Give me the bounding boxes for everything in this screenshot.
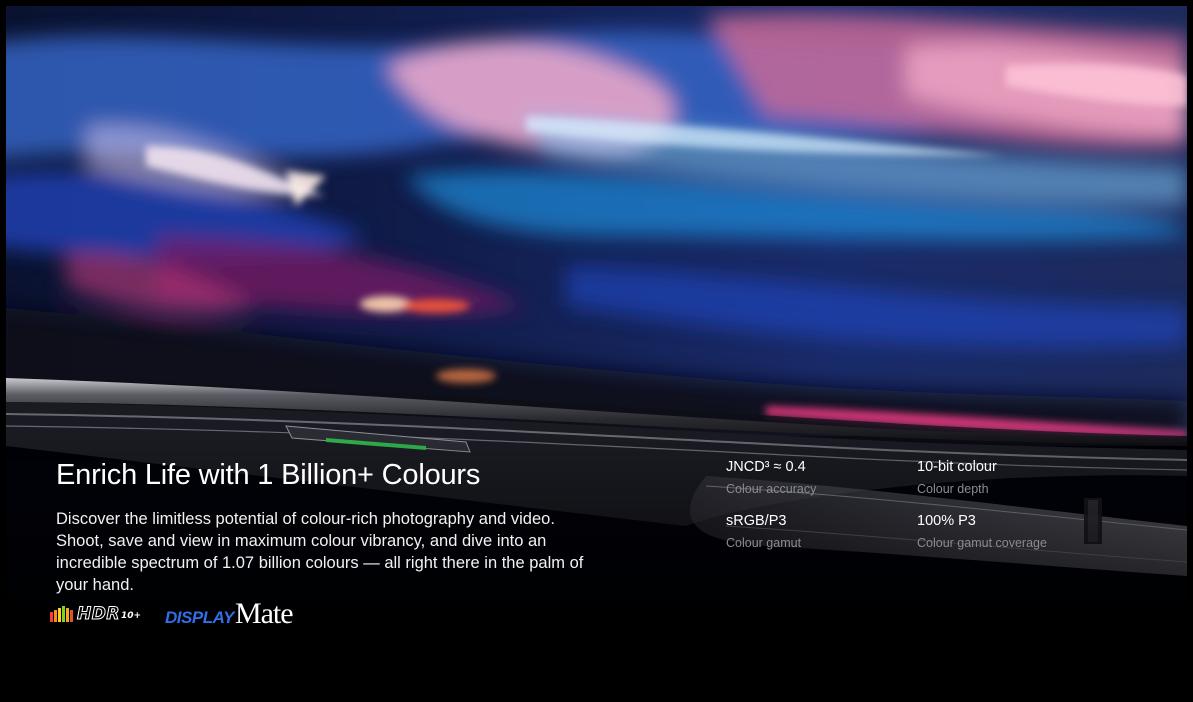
- hdr-color-bars-icon: [50, 606, 74, 622]
- spec-grid: JNCD³ ≈ 0.4 Colour accuracy 10-bit colou…: [726, 458, 1146, 556]
- headline: Enrich Life with 1 Billion+ Colours: [56, 459, 481, 491]
- spec-item: sRGB/P3 Colour gamut: [726, 512, 917, 556]
- spec-value: 10-bit colour: [917, 459, 997, 475]
- spec-item: 100% P3 Colour gamut coverage: [917, 512, 1117, 556]
- spec-value: sRGB/P3: [726, 513, 787, 529]
- hdr10-plus-logo: HDR 10+: [50, 602, 141, 626]
- spec-value: 100% P3: [917, 513, 976, 529]
- description: Discover the limitless potential of colo…: [56, 510, 584, 594]
- certification-logos: HDR 10+ DISPLAY Mate: [50, 596, 294, 632]
- spec-label: Colour gamut: [726, 536, 802, 550]
- spec-value: JNCD³ ≈ 0.4: [726, 459, 806, 475]
- hero-banner: Enrich Life with 1 Billion+ Colours Disc…: [6, 6, 1187, 666]
- page: Enrich Life with 1 Billion+ Colours Disc…: [0, 0, 1193, 702]
- displaymate-logo: DISPLAY Mate: [165, 597, 294, 631]
- hdr-suffix: 10+: [120, 611, 142, 621]
- hdr-wordmark: HDR: [77, 604, 120, 625]
- displaymate-mate-text: Mate: [234, 597, 294, 630]
- spec-label: Colour depth: [917, 482, 989, 496]
- spec-label: Colour accuracy: [726, 482, 817, 496]
- spec-label: Colour gamut coverage: [917, 536, 1047, 550]
- displaymate-display-text: DISPLAY: [165, 608, 234, 627]
- hero-copy: Enrich Life with 1 Billion+ Colours Disc…: [56, 458, 596, 596]
- spec-item: 10-bit colour Colour depth: [917, 458, 1117, 502]
- spec-item: JNCD³ ≈ 0.4 Colour accuracy: [726, 458, 917, 502]
